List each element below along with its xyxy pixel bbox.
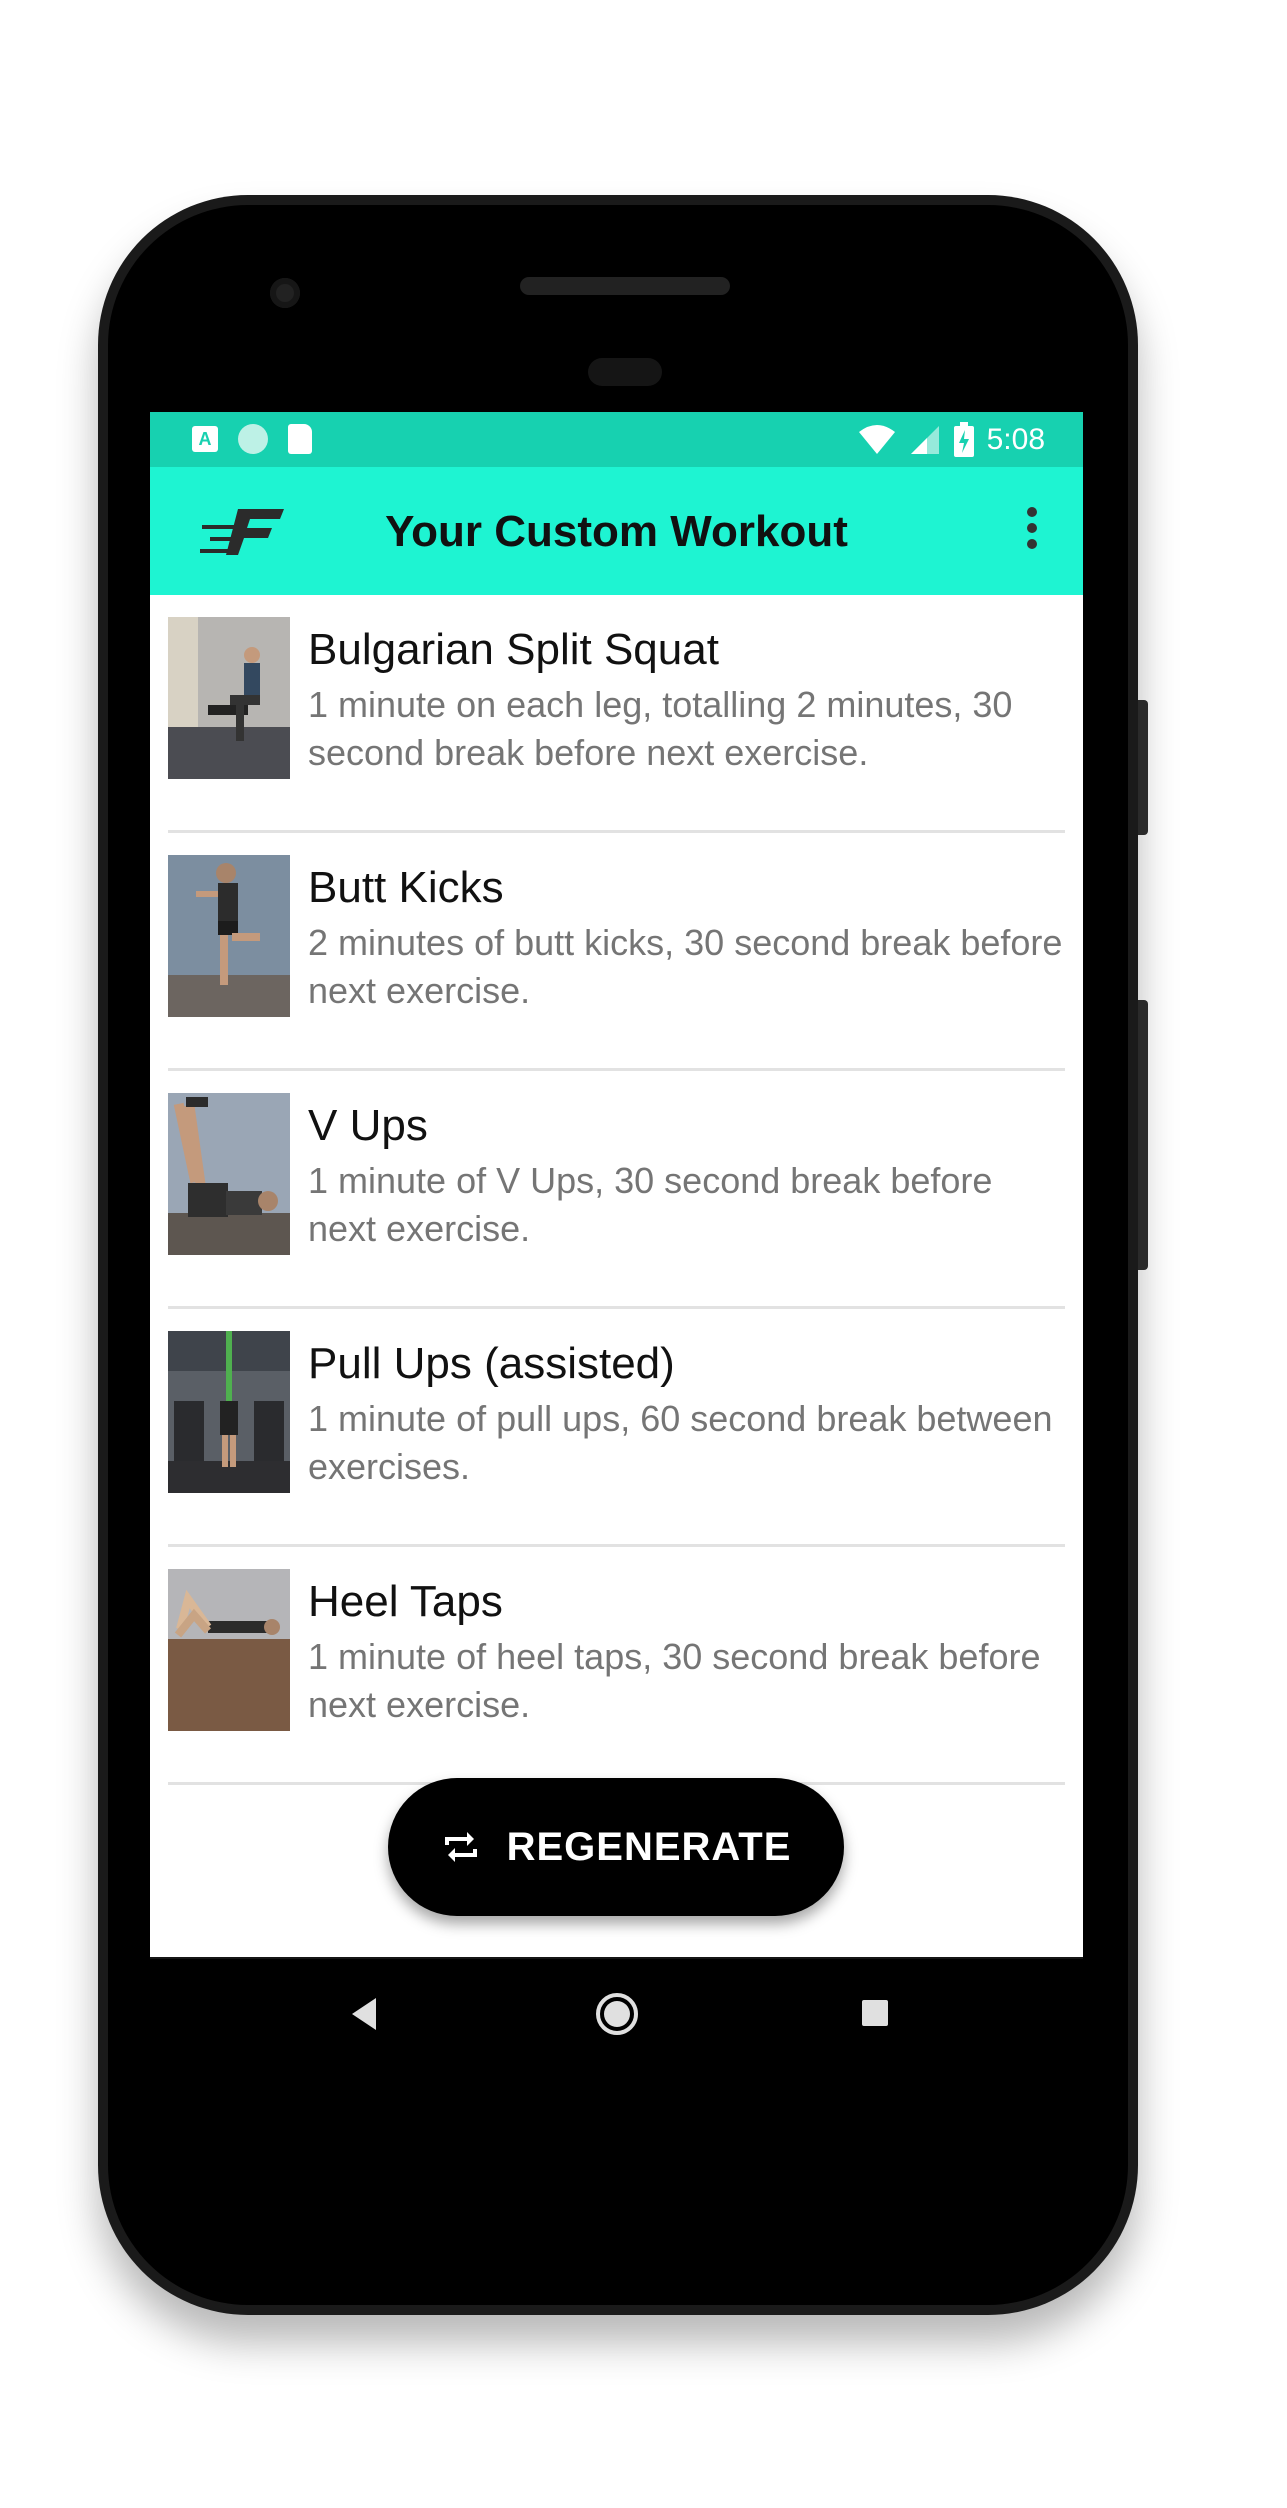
home-icon[interactable] [592, 1984, 642, 2044]
exercise-title: Pull Ups (assisted) [308, 1339, 675, 1388]
exercise-list: Bulgarian Split Squat 1 minute on each l… [150, 595, 1083, 1785]
list-item[interactable]: V Ups 1 minute of V Ups, 30 second break… [150, 1071, 1083, 1309]
exercise-description: 1 minute of V Ups, 30 second break befor… [308, 1160, 993, 1249]
exercise-text: Butt Kicks 2 minutes of butt kicks, 30 s… [308, 861, 1063, 1015]
exercise-thumbnail [168, 617, 290, 779]
circle-icon [238, 424, 268, 454]
exercise-title: Butt Kicks [308, 863, 504, 912]
notification-icons: A [192, 424, 312, 454]
exercise-thumbnail [168, 1093, 290, 1255]
recents-icon[interactable] [854, 1984, 894, 2044]
overflow-menu-button[interactable] [1017, 501, 1047, 561]
exercise-title: V Ups [308, 1101, 428, 1150]
power-button [1138, 700, 1148, 835]
system-nav-bar [150, 1957, 1083, 2069]
exercise-text: Bulgarian Split Squat 1 minute on each l… [308, 623, 1063, 777]
list-item[interactable]: Heel Taps 1 minute of heel taps, 30 seco… [150, 1547, 1083, 1785]
exercise-title: Heel Taps [308, 1577, 503, 1626]
regenerate-button[interactable]: REGENERATE [388, 1778, 844, 1916]
proximity-sensor [588, 358, 662, 386]
exercise-description: 1 minute of pull ups, 60 second break be… [308, 1398, 1053, 1487]
front-camera [270, 278, 300, 308]
device-mockup: A 5:08 Your Custom Workout Bulgarian Spl… [0, 0, 1287, 2508]
exercise-description: 1 minute of heel taps, 30 second break b… [308, 1636, 1041, 1725]
regenerate-label: REGENERATE [506, 1824, 792, 1869]
exercise-thumbnail [168, 855, 290, 1017]
more-vertical-icon [1027, 507, 1037, 517]
exercise-description: 2 minutes of butt kicks, 30 second break… [308, 922, 1063, 1011]
back-icon[interactable] [344, 1984, 384, 2044]
exercise-thumbnail [168, 1569, 290, 1731]
volume-button [1138, 1000, 1148, 1270]
exercise-text: Pull Ups (assisted) 1 minute of pull ups… [308, 1337, 1063, 1491]
app-bar: Your Custom Workout [150, 467, 1083, 595]
exercise-description: 1 minute on each leg, totalling 2 minute… [308, 684, 1013, 773]
app-a-icon: A [192, 426, 218, 452]
battery-charging-icon [953, 422, 974, 457]
exercise-thumbnail [168, 1331, 290, 1493]
exercise-title: Bulgarian Split Squat [308, 625, 719, 674]
system-icons: 5:08 [857, 420, 1045, 460]
app-screen: A 5:08 Your Custom Workout Bulgarian Spl… [150, 412, 1083, 2067]
repeat-icon [444, 1832, 477, 1862]
list-item[interactable]: Butt Kicks 2 minutes of butt kicks, 30 s… [150, 833, 1083, 1071]
exercise-text: Heel Taps 1 minute of heel taps, 30 seco… [308, 1575, 1063, 1729]
page-title: Your Custom Workout [385, 507, 848, 556]
list-item[interactable]: Pull Ups (assisted) 1 minute of pull ups… [150, 1309, 1083, 1547]
list-item[interactable]: Bulgarian Split Squat 1 minute on each l… [150, 595, 1083, 833]
wifi-icon [858, 425, 895, 454]
exercise-text: V Ups 1 minute of V Ups, 30 second break… [308, 1099, 1063, 1253]
status-bar: A 5:08 [150, 412, 1083, 467]
sd-card-icon [288, 424, 312, 454]
signal-icon [910, 426, 939, 454]
earpiece-speaker [520, 277, 730, 295]
status-time: 5:08 [986, 423, 1045, 456]
